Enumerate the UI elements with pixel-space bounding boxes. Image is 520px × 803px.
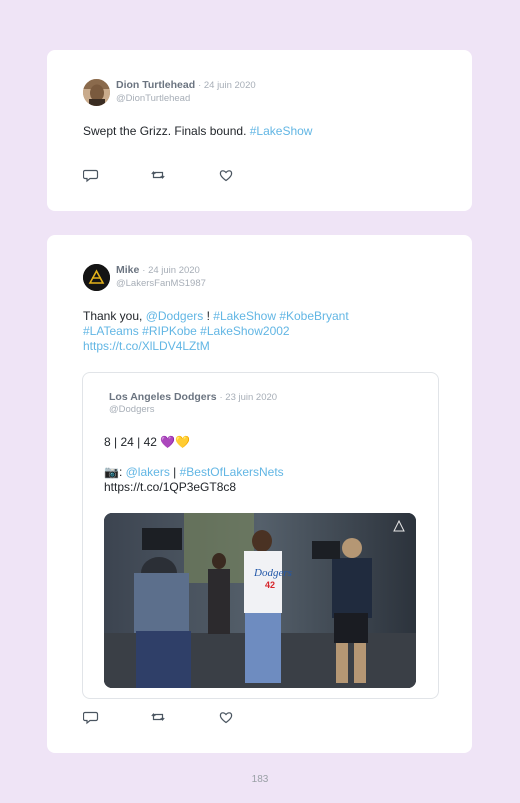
quoted-author-name[interactable]: Los Angeles Dodgers · 23 juin 2020 <box>109 391 277 403</box>
url-link[interactable]: https://t.co/1QP3eGT8c8 <box>104 480 236 495</box>
retweet-icon[interactable] <box>150 167 166 183</box>
tweet-actions <box>82 167 243 183</box>
jersey-number: 42 <box>265 580 275 590</box>
tweet-text-line: Thank you, @Dodgers ! #LakeShow #KobeBry… <box>83 309 349 324</box>
quoted-text-line: 📷: @lakers | #BestOfLakersNets <box>104 465 284 479</box>
jersey-text: Dodgers <box>253 567 292 579</box>
quoted-text: 8 | 24 | 42 <box>104 435 161 449</box>
avatar[interactable] <box>83 79 110 106</box>
mention-link[interactable]: @lakers <box>126 465 170 479</box>
tweet-text-plain: Thank you, <box>83 309 146 323</box>
tweet-text: Thank you, @Dodgers ! #LakeShow #KobeBry… <box>83 309 349 354</box>
separator: | <box>169 465 180 479</box>
tweet-card[interactable]: Mike · 24 juin 2020 @LakersFanMS1987 Tha… <box>47 235 472 753</box>
tweet-date[interactable]: · 24 juin 2020 <box>142 265 200 276</box>
tweet-actions <box>82 709 243 725</box>
quoted-author-handle[interactable]: @Dodgers <box>109 404 155 415</box>
quoted-tweet[interactable]: Los Angeles Dodgers · 23 juin 2020 @Dodg… <box>82 372 439 699</box>
hashtag-link[interactable]: #LakeShow #KobeBryant <box>213 309 348 323</box>
tweet-text: Swept the Grizz. Finals bound. #LakeShow <box>83 124 312 139</box>
tweet-text-body: Swept the Grizz. Finals bound. <box>83 124 250 138</box>
mention-link[interactable]: @Dodgers <box>146 309 204 323</box>
author-name[interactable]: Dion Turtlehead · 24 juin 2020 <box>116 79 256 91</box>
page-number: 183 <box>251 774 269 785</box>
author-name-text[interactable]: Dion Turtlehead <box>116 79 195 91</box>
reply-icon[interactable] <box>82 709 99 725</box>
quoted-tweet-date[interactable]: · 23 juin 2020 <box>219 392 277 403</box>
heart-emoji: 💜💛 <box>160 435 191 449</box>
tweet-card[interactable]: Dion Turtlehead · 24 juin 2020 @DionTurt… <box>47 50 472 211</box>
avatar[interactable] <box>83 264 110 291</box>
author-handle[interactable]: @DionTurtlehead <box>116 93 190 104</box>
like-icon[interactable] <box>218 709 234 725</box>
tweet-text-plain: ! <box>203 309 214 323</box>
hashtag-link[interactable]: #BestOfLakersNets <box>180 465 284 479</box>
author-name[interactable]: Mike · 24 juin 2020 <box>116 264 200 276</box>
hashtag-link[interactable]: #LATeams #RIPKobe #LakeShow2002 <box>83 324 349 339</box>
url-link[interactable]: https://t.co/XlLDV4LZtM <box>83 339 349 354</box>
quoted-text-line: 8 | 24 | 42 💜💛 <box>104 435 190 450</box>
tweet-date[interactable]: · 24 juin 2020 <box>198 80 256 91</box>
like-icon[interactable] <box>218 167 234 183</box>
author-name-text[interactable]: Mike <box>116 264 139 276</box>
author-handle[interactable]: @LakersFanMS1987 <box>116 278 206 289</box>
reply-icon[interactable] <box>82 167 99 183</box>
camera-icon: 📷 <box>104 465 119 479</box>
quoted-author-name-text[interactable]: Los Angeles Dodgers <box>109 391 217 403</box>
hashtag-link[interactable]: #LakeShow <box>250 124 313 138</box>
retweet-icon[interactable] <box>150 709 166 725</box>
tweet-photo[interactable]: Dodgers 42 <box>104 513 416 688</box>
